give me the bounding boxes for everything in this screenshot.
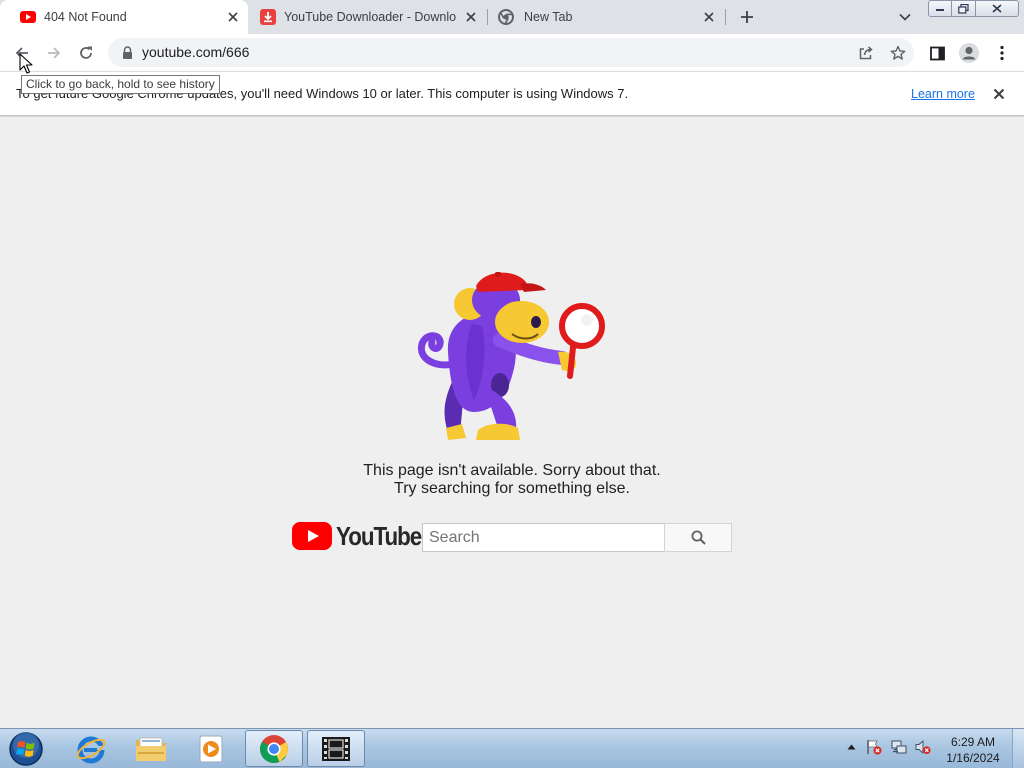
- clock-date: 1/16/2024: [946, 751, 1000, 765]
- file-explorer-taskbar-button[interactable]: [122, 730, 180, 767]
- clock-time: 6:29 AM: [950, 735, 996, 749]
- menu-kebab-icon[interactable]: [989, 40, 1015, 66]
- action-center-flag-error-icon[interactable]: [866, 739, 882, 755]
- film-strip-icon: [322, 736, 350, 761]
- internet-explorer-icon: [76, 736, 106, 763]
- youtube-wordmark: YouTube: [336, 520, 422, 551]
- tab-close-icon[interactable]: [700, 8, 718, 26]
- address-bar[interactable]: youtube.com/666: [108, 38, 914, 67]
- monkey-illustration: [417, 272, 605, 440]
- start-button[interactable]: [0, 730, 52, 767]
- new-tab-button[interactable]: [736, 6, 758, 28]
- show-hidden-icons-arrow-icon[interactable]: [843, 739, 859, 755]
- windows-taskbar: 6:29 AM 1/16/2024: [0, 728, 1024, 768]
- tab-close-icon[interactable]: [224, 8, 242, 26]
- folder-icon: [136, 737, 166, 761]
- error-message-line2: Try searching for something else.: [394, 480, 630, 497]
- youtube-play-icon: [292, 522, 332, 550]
- bookmark-star-icon[interactable]: [888, 43, 908, 63]
- search-icon: [691, 530, 706, 545]
- volume-muted-icon[interactable]: [915, 739, 931, 755]
- share-icon[interactable]: [856, 43, 876, 63]
- tab-close-icon[interactable]: [462, 8, 480, 26]
- minimize-button[interactable]: [928, 0, 952, 17]
- learn-more-link[interactable]: Learn more: [911, 87, 975, 101]
- media-player-icon: [199, 735, 223, 762]
- infobar-close-icon[interactable]: [991, 86, 1007, 102]
- show-desktop-button[interactable]: [1012, 729, 1024, 768]
- media-player-taskbar-button[interactable]: [182, 730, 240, 767]
- url-text[interactable]: youtube.com/666: [142, 44, 249, 60]
- tab-title: YouTube Downloader - Download: [284, 10, 456, 24]
- tab-404-not-found[interactable]: 404 Not Found: [0, 0, 248, 34]
- system-clock[interactable]: 6:29 AM 1/16/2024: [940, 734, 1006, 766]
- reload-button[interactable]: [73, 40, 99, 66]
- tab-title: New Tab: [524, 10, 573, 24]
- forward-button[interactable]: [41, 40, 67, 66]
- tab-strip: 404 Not Found YouTube Downloader - Downl…: [0, 0, 1024, 34]
- tab-search-chevron-icon[interactable]: [895, 8, 915, 26]
- side-panel-icon[interactable]: [924, 40, 950, 66]
- google-chrome-taskbar-button[interactable]: [245, 730, 303, 767]
- search-button[interactable]: [664, 523, 732, 552]
- tab-title: 404 Not Found: [44, 10, 127, 24]
- back-button-tooltip: Click to go back, hold to see history: [21, 75, 220, 94]
- close-window-button[interactable]: [975, 0, 1019, 17]
- network-icon[interactable]: [891, 739, 907, 755]
- profile-avatar-icon[interactable]: [956, 40, 982, 66]
- chrome-icon: [260, 734, 288, 763]
- youtube-favicon-icon: [20, 9, 36, 25]
- error-message-line1: This page isn't available. Sorry about t…: [363, 462, 661, 479]
- chrome-favicon-icon: [498, 9, 514, 25]
- downloader-favicon-icon: [260, 9, 276, 25]
- tab-new-tab[interactable]: New Tab: [488, 0, 724, 34]
- browser-toolbar: youtube.com/666: [0, 34, 1024, 71]
- youtube-logo[interactable]: YouTube: [292, 521, 435, 551]
- search-input[interactable]: [422, 523, 665, 552]
- tab-separator: [725, 9, 726, 25]
- video-editor-taskbar-button[interactable]: [307, 730, 365, 767]
- mouse-cursor-icon: [19, 53, 33, 80]
- windows-orb-icon: [9, 731, 43, 766]
- internet-explorer-taskbar-button[interactable]: [62, 730, 120, 767]
- lock-icon[interactable]: [120, 45, 134, 59]
- restore-button[interactable]: [951, 0, 976, 17]
- page-content: This page isn't available. Sorry about t…: [0, 117, 1024, 728]
- tab-youtube-downloader[interactable]: YouTube Downloader - Download: [250, 0, 486, 34]
